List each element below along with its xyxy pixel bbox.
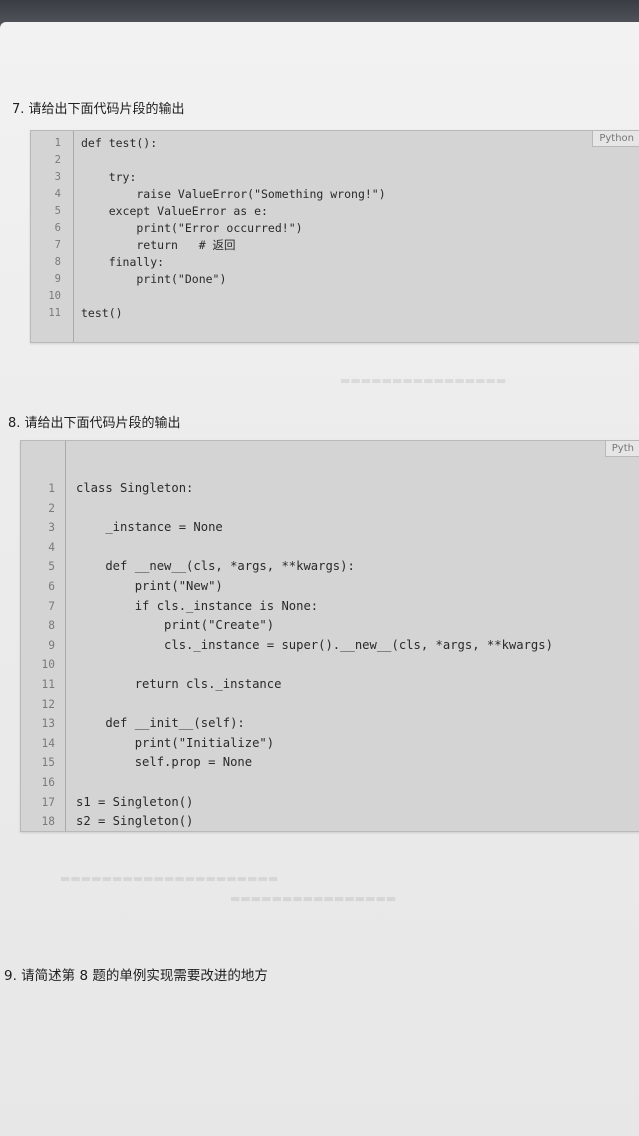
- code-block-q7: Python 1 def test(): 2 3 try: 4 raise ValueE…: [30, 130, 639, 343]
- code-text: _instance = None: [76, 520, 223, 535]
- code-line: 4 raise ValueError("Something wrong!"): [31, 186, 639, 203]
- code-line: 5 def __new__(cls, *args, **kwargs):: [21, 557, 639, 577]
- question-7-title: 7. 请给出下面代码片段的输出: [12, 102, 185, 117]
- code-line: 6 print("New"): [21, 577, 639, 597]
- line-number: 10: [41, 658, 55, 672]
- code-line: 10: [31, 288, 639, 305]
- code-text: def __new__(cls, *args, **kwargs):: [76, 559, 355, 574]
- line-number: 6: [48, 580, 55, 593]
- language-tag: Pyth: [604, 441, 639, 457]
- code-text: s1 = Singleton(): [76, 794, 194, 809]
- code-line: 3 try:: [31, 169, 639, 186]
- line-number: 6: [54, 222, 61, 234]
- line-number: 8: [48, 619, 55, 633]
- line-number: 17: [41, 795, 55, 809]
- code-line: 1 class Singleton:: [21, 479, 639, 499]
- code-line: 9 print("Done"): [31, 271, 639, 288]
- line-number: 11: [41, 678, 55, 691]
- code-text: class Singleton:: [76, 481, 194, 495]
- code-text: s2 = Singleton(): [76, 814, 194, 829]
- code-text: finally:: [81, 255, 165, 269]
- code-line: 10: [21, 655, 639, 675]
- line-number: 3: [48, 521, 55, 535]
- code-line: 8 print("Create"): [21, 616, 639, 636]
- code-line: 4: [21, 538, 639, 558]
- line-number: 4: [54, 188, 61, 200]
- code-text: self.prop = None: [76, 755, 253, 770]
- line-number: 2: [54, 154, 61, 166]
- code-text: def test():: [81, 136, 158, 150]
- code-line: 5 except ValueError as e:: [31, 203, 639, 220]
- textbook-page: 7. 请给出下面代码片段的输出 Python 1 def test(): 2 3 tr…: [0, 22, 639, 1136]
- line-number: 8: [54, 256, 61, 268]
- line-number: 7: [48, 599, 55, 613]
- code-line: 14 print("Initialize"): [21, 734, 639, 754]
- code-text: return cls._instance: [76, 677, 282, 691]
- line-number: 3: [54, 171, 61, 183]
- line-number: 10: [48, 290, 61, 302]
- code-text: print("Done"): [81, 272, 227, 286]
- code-text: return # 返回: [81, 238, 236, 252]
- code-text: print("Error occurred!"): [81, 221, 303, 235]
- line-number: 13: [41, 717, 55, 731]
- code-text: def __init__(self):: [76, 716, 245, 731]
- code-line: 18 s2 = Singleton(): [21, 812, 639, 832]
- code-text: print("Initialize"): [76, 735, 275, 750]
- code-text: try:: [81, 170, 137, 184]
- line-number: 2: [48, 501, 55, 515]
- code-line: 2: [21, 499, 639, 519]
- code-text: print("Create"): [76, 618, 275, 633]
- code-text: if cls._instance is None:: [76, 598, 319, 613]
- line-number: 5: [48, 560, 55, 574]
- code-line: 1 def test():: [31, 135, 639, 152]
- line-number: 12: [41, 697, 55, 711]
- line-number: 5: [54, 205, 61, 217]
- code-text: except ValueError as e:: [81, 204, 268, 218]
- code-line: 7 return # 返回: [31, 237, 639, 254]
- code-line: 3 _instance = None: [21, 518, 639, 538]
- code-line: 11 return cls._instance: [21, 675, 639, 695]
- code-text: print("New"): [76, 579, 223, 593]
- code-line: 9 cls._instance = super().__new__(cls, *…: [21, 636, 639, 656]
- code-line: 8 finally:: [31, 254, 639, 271]
- code-text: raise ValueError("Something wrong!"): [81, 187, 386, 201]
- line-number: 1: [48, 482, 55, 495]
- bleed-through-text: ▬▬▬▬▬▬▬▬▬▬▬▬▬▬▬▬: [340, 374, 507, 387]
- code-block-q8: Pyth 1 class Singleton: 2 3 _instance = Non…: [20, 440, 639, 832]
- code-line: 11 test(): [31, 305, 639, 322]
- code-line: 16: [21, 773, 639, 793]
- question-9-title: 9. 请简述第 8 题的单例实现需要改进的地方: [4, 968, 268, 984]
- line-number: 4: [48, 540, 55, 554]
- line-number: 16: [41, 776, 55, 789]
- code-line: 2: [31, 152, 639, 169]
- line-number: 7: [54, 239, 61, 251]
- line-number: 9: [48, 638, 55, 652]
- question-8-title: 8. 请给出下面代码片段的输出: [8, 416, 181, 431]
- bleed-through-text: ▬▬▬▬▬▬▬▬▬▬▬▬▬▬▬▬: [230, 892, 397, 905]
- line-number: 15: [41, 756, 55, 770]
- code-line: 12: [21, 695, 639, 715]
- bleed-through-text: ▬▬▬▬▬▬▬▬▬▬▬▬▬▬▬▬▬▬▬▬▬: [60, 872, 279, 885]
- code-line: 15 self.prop = None: [21, 753, 639, 773]
- line-number: 11: [48, 307, 61, 319]
- code-line: 6 print("Error occurred!"): [31, 220, 639, 237]
- code-line: 17 s1 = Singleton(): [21, 793, 639, 813]
- code-line: 7 if cls._instance is None:: [21, 597, 639, 617]
- code-line: 13 def __init__(self):: [21, 714, 639, 734]
- line-number: 1: [54, 137, 61, 149]
- line-number: 18: [41, 815, 55, 829]
- code-text: test(): [81, 306, 123, 320]
- line-number: 9: [54, 273, 61, 285]
- code-text: cls._instance = super().__new__(cls, *ar…: [76, 637, 553, 652]
- line-number: 14: [41, 736, 55, 750]
